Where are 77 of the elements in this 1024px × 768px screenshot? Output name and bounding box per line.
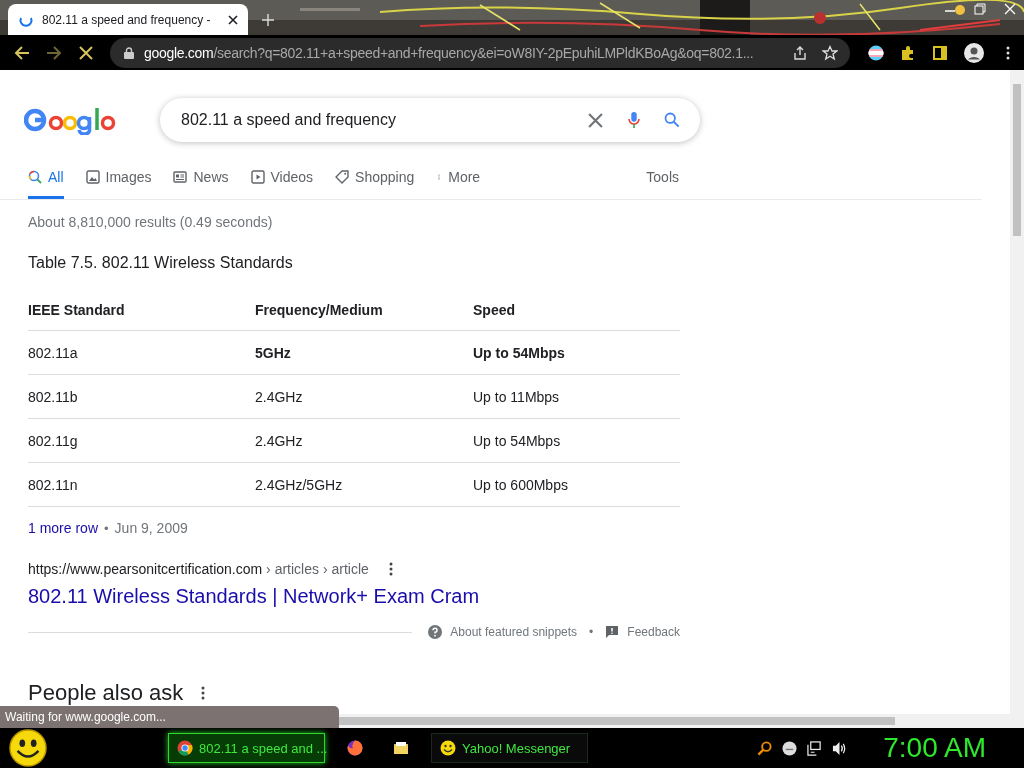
search-icon xyxy=(28,169,42,184)
about-snippets-link[interactable]: About featured snippets xyxy=(450,625,578,639)
forward-arrow-icon[interactable] xyxy=(46,44,62,61)
table-cell-text: 2.4GHz xyxy=(255,432,304,449)
section-heading: People also ask xyxy=(28,680,184,706)
share-icon[interactable] xyxy=(792,44,808,61)
back-arrow-icon[interactable] xyxy=(14,44,30,61)
sidebar-icon[interactable] xyxy=(932,44,948,61)
clear-icon[interactable] xyxy=(588,112,603,128)
status-bubble: Waiting for www.google.com... xyxy=(0,706,339,728)
help-icon[interactable] xyxy=(428,625,443,639)
profile-icon[interactable] xyxy=(964,42,984,63)
scrollbar-thumb[interactable] xyxy=(1013,84,1021,236)
nav-tab[interactable]: All xyxy=(28,165,64,199)
column-header: Speed xyxy=(473,302,516,318)
nav-tab[interactable]: Images xyxy=(85,165,152,199)
result-url: https://www.pearsonitcertification.com › articles › article xyxy=(28,561,369,577)
tab-title: 802.11 a speed and frequency - xyxy=(42,12,212,27)
volume-icon[interactable] xyxy=(832,740,848,756)
firefox-icon xyxy=(347,740,363,756)
nav-tab[interactable]: More xyxy=(436,165,481,199)
table-cell-text: 802.11a xyxy=(28,344,79,361)
table-cell-text: 2.4GHz/5GHz xyxy=(255,476,344,493)
chrome-icon xyxy=(177,740,193,756)
table-cell-text: Up to 54Mbps xyxy=(473,432,562,449)
browser-tab[interactable]: 802.11 a speed and frequency - xyxy=(8,4,248,35)
tools-tab[interactable]: Tools xyxy=(646,169,679,199)
table-cell-text: 2.4GHz xyxy=(255,388,304,405)
separator: • xyxy=(589,625,594,639)
close-icon[interactable] xyxy=(228,14,238,25)
newspaper-icon xyxy=(173,169,188,184)
column-header: Frequency/Medium xyxy=(255,302,384,318)
stop-icon[interactable] xyxy=(78,44,94,61)
table-cell-text: 802.11g xyxy=(28,432,79,449)
flag-icon[interactable] xyxy=(868,44,884,61)
taskbar-button[interactable]: 802.11 a speed and ... xyxy=(168,733,325,763)
search-icon[interactable] xyxy=(664,111,680,129)
folder-icon xyxy=(393,740,409,756)
vertical-scrollbar[interactable] xyxy=(1010,70,1024,714)
horizontal-scrollbar[interactable] xyxy=(339,714,1024,728)
puzzle-icon[interactable] xyxy=(900,44,916,61)
nav-tab[interactable]: Shopping xyxy=(335,165,415,199)
table-cell-text: Up to 11Mbps xyxy=(473,388,561,405)
plus-icon[interactable] xyxy=(262,14,274,26)
scrollbar-thumb[interactable] xyxy=(339,717,895,725)
snippet-title: Table 7.5. 802.11 Wireless Standards xyxy=(28,254,294,273)
play-icon xyxy=(250,169,265,184)
nav-tab[interactable]: Videos xyxy=(250,165,314,199)
star-icon[interactable] xyxy=(822,44,838,61)
result-title-link[interactable]: 802.11 Wireless Standards | Network+ Exam Cram xyxy=(28,585,680,611)
microphone-icon[interactable] xyxy=(626,111,642,129)
clock: 7:00 AM xyxy=(883,732,986,764)
taskbar-button[interactable]: Yahoo! Messenger xyxy=(431,733,588,763)
column-header: IEEE Standard xyxy=(28,302,126,318)
more-rows-link[interactable]: 1 more row xyxy=(28,520,99,536)
url-text: google.com/search?q=802.11+a+speed+and+frequency&ei=oW8IY-2pEpuhiLMPldKBoAg&oq=802.1... xyxy=(144,44,755,61)
feedback-link[interactable]: Feedback xyxy=(627,625,680,639)
address-bar[interactable]: google.com/search?q=802.11+a+speed+and+frequency&ei=oW8IY-2pEpuhiLMPldKBoAg&oq=802.1... xyxy=(110,37,850,68)
separator: • xyxy=(104,520,109,536)
result-stats: About 8,810,000 results (0.49 seconds) xyxy=(28,214,274,232)
search-field[interactable]: 802.11 a speed and frequency xyxy=(160,98,700,142)
table-cell-text: 802.11n xyxy=(28,476,79,493)
image-icon xyxy=(85,169,100,184)
table-cell-text: 5GHz xyxy=(255,344,292,361)
table-cell-text: Up to 54Mbps xyxy=(473,344,566,361)
table-cell-text: Up to 600Mbps xyxy=(473,476,569,493)
network-icon[interactable] xyxy=(807,740,823,756)
search-query: 802.11 a speed and frequency xyxy=(181,111,397,129)
nav-tab[interactable]: News xyxy=(173,165,229,199)
feedback-icon[interactable] xyxy=(605,625,620,639)
search-icon[interactable] xyxy=(757,740,773,756)
tag-icon xyxy=(335,169,350,184)
lock-icon xyxy=(124,46,134,59)
snippet-date: Jun 9, 2009 xyxy=(114,520,188,536)
smiley-start-icon[interactable] xyxy=(9,729,47,767)
restore-icon[interactable] xyxy=(974,3,986,15)
table-cell-text: 802.11b xyxy=(28,388,79,405)
